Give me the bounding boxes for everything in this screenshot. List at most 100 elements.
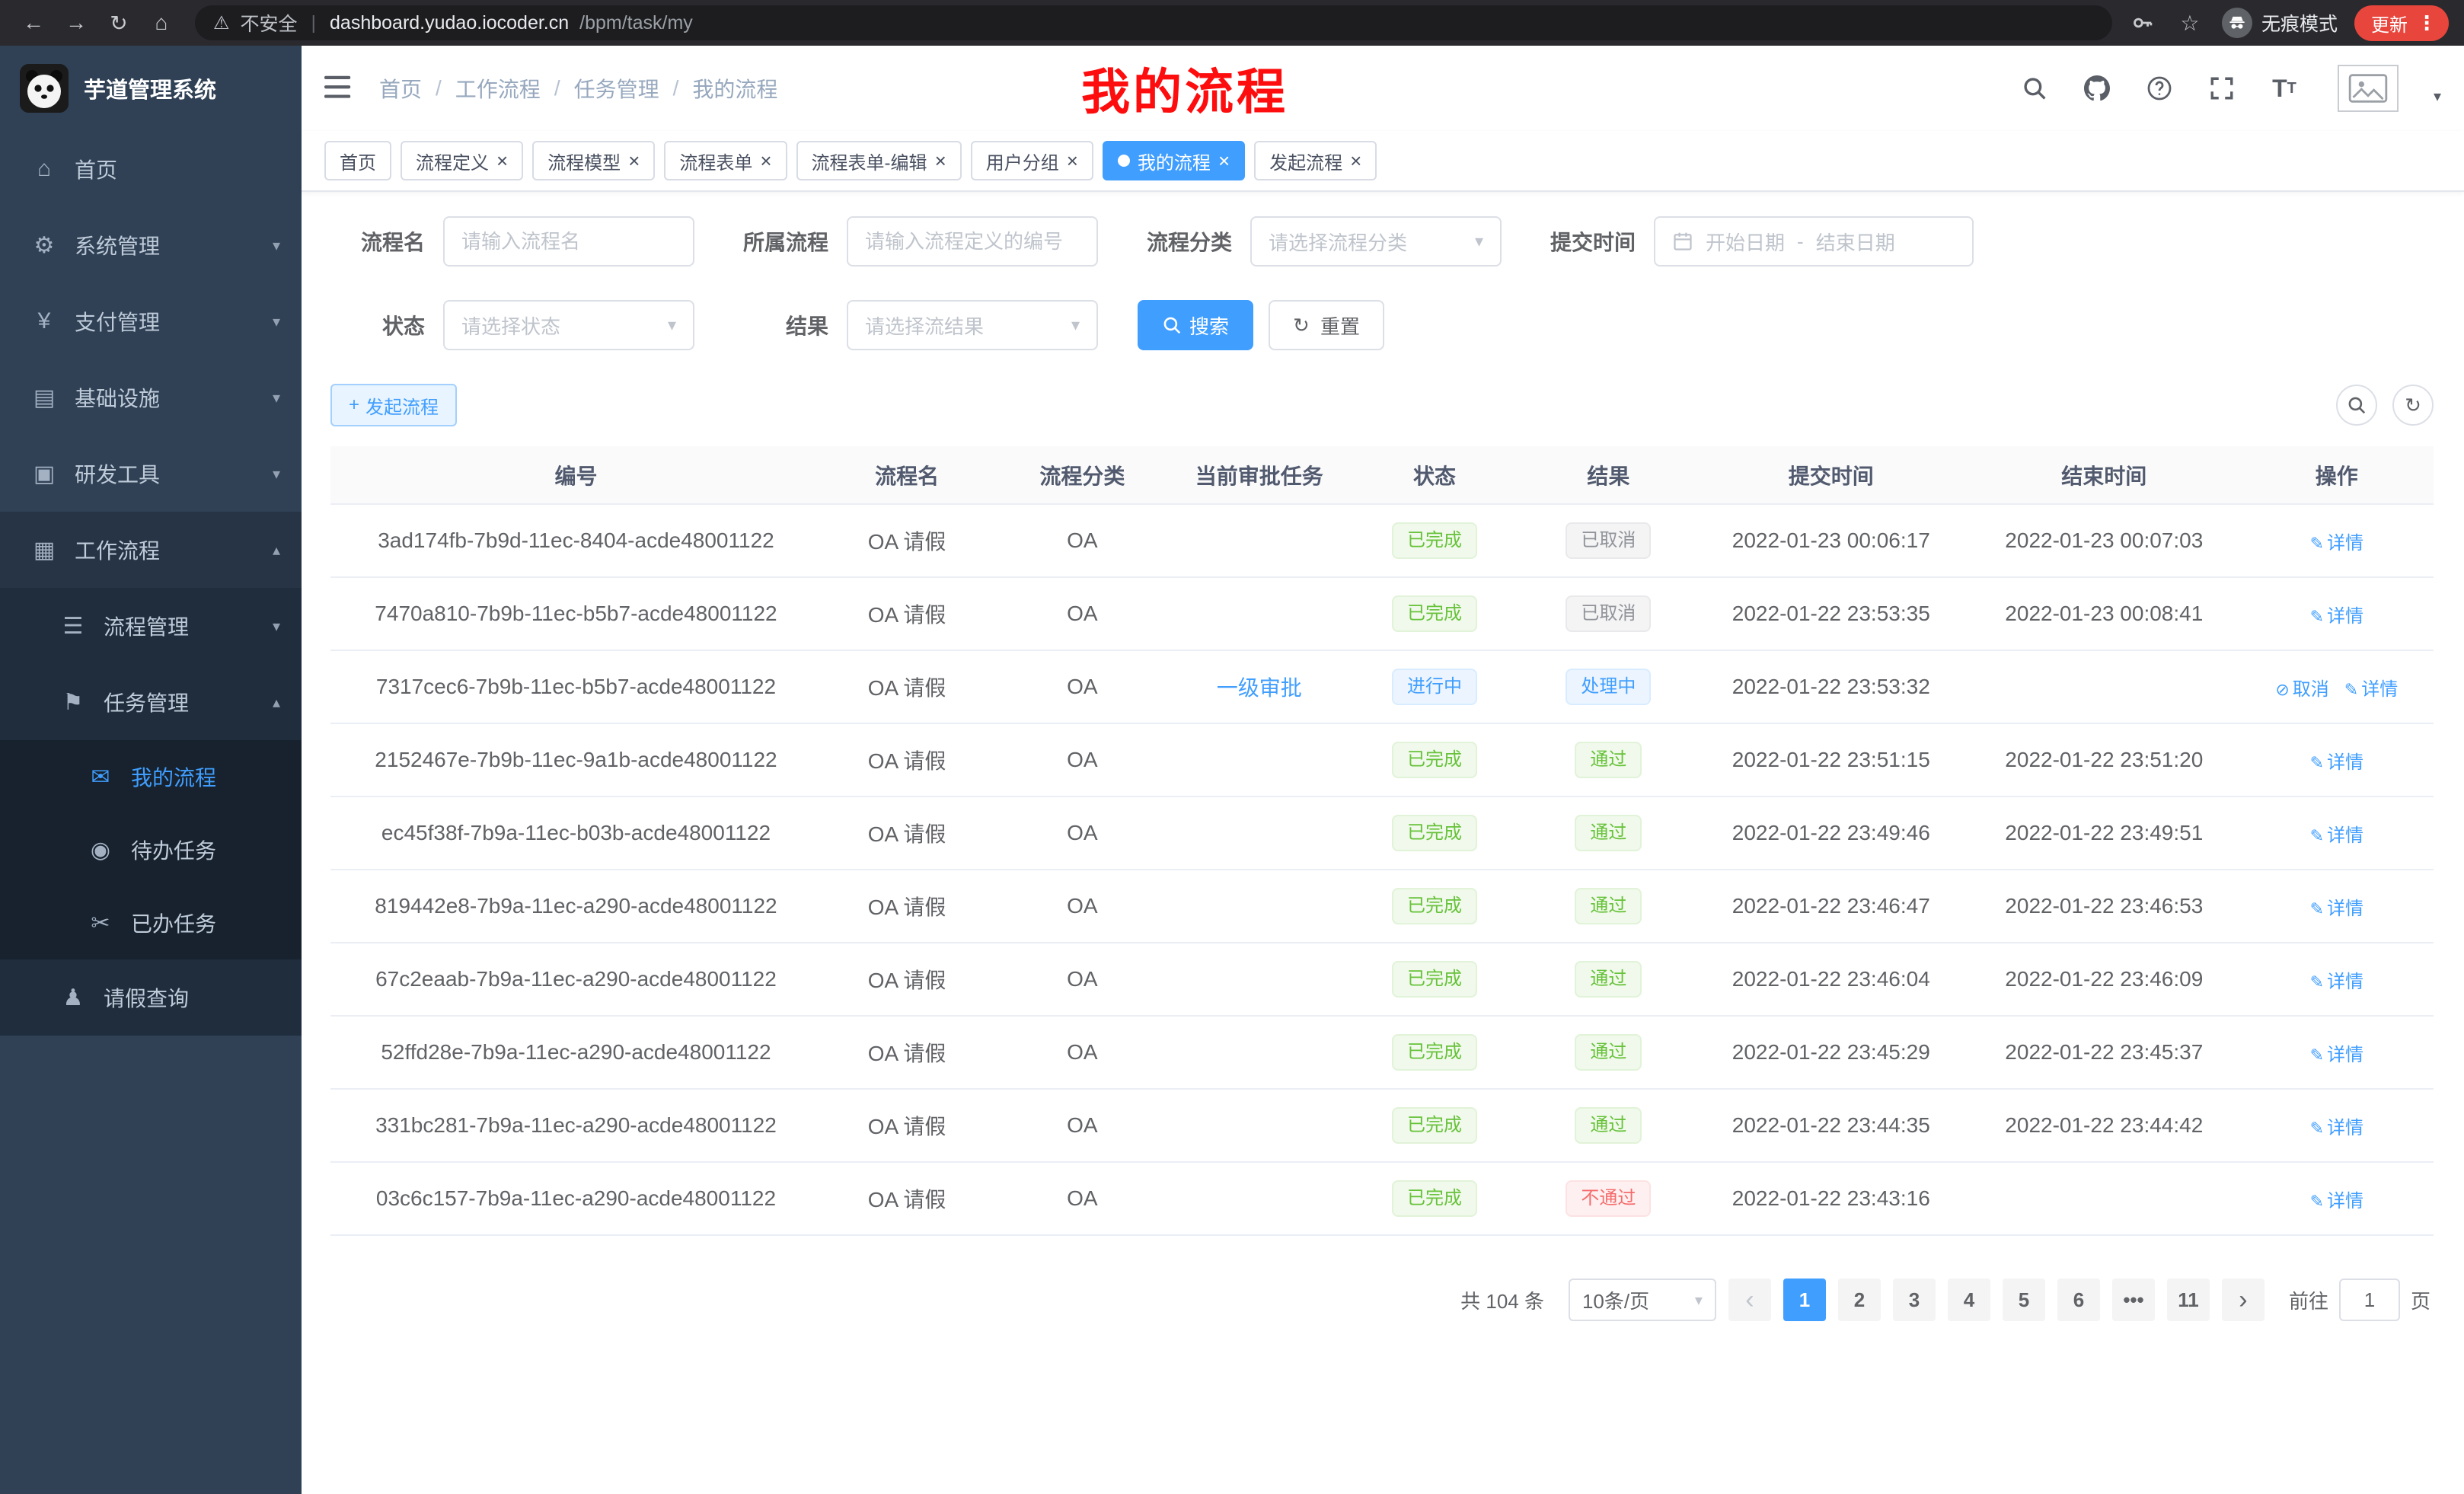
row-process-name: OA 请假 xyxy=(822,504,992,577)
row-id: 52ffd28e-7b9a-11ec-a290-acde48001122 xyxy=(330,1016,822,1089)
yen-icon: ¥ xyxy=(30,308,58,334)
key-icon[interactable] xyxy=(2127,8,2158,38)
submit-time-range-picker[interactable]: 开始日期 - 结束日期 xyxy=(1654,216,1974,267)
sidebar-item-payment[interactable]: ¥支付管理▾ xyxy=(0,283,302,359)
back-arrow-icon[interactable]: ← xyxy=(15,5,52,41)
start-date-placeholder: 开始日期 xyxy=(1706,228,1785,256)
create-process-button[interactable]: + 发起流程 xyxy=(330,384,457,426)
table-row: 3ad174fb-7b9d-11ec-8404-acde48001122OA 请… xyxy=(330,504,2434,577)
view-tab[interactable]: 发起流程× xyxy=(1254,141,1377,180)
sidebar-item-devtools[interactable]: ▣研发工具▾ xyxy=(0,436,302,512)
goto-page-input[interactable] xyxy=(2339,1279,2400,1321)
page-button[interactable]: 6 xyxy=(2057,1279,2100,1321)
app-logo[interactable]: 芋道管理系统 xyxy=(0,46,302,131)
breadcrumb-item[interactable]: 工作流程 xyxy=(455,73,541,104)
view-tab[interactable]: 首页 xyxy=(324,141,391,180)
forward-arrow-icon[interactable]: → xyxy=(58,5,94,41)
sidebar-item-my-process[interactable]: ✉我的流程 xyxy=(0,740,302,813)
sidebar-collapse-icon[interactable] xyxy=(324,73,355,104)
detail-action[interactable]: ✎详情 xyxy=(2310,606,2363,627)
sidebar-item-leave-query[interactable]: ♟请假查询 xyxy=(0,959,302,1036)
sidebar-item-home[interactable]: ⌂首页 xyxy=(0,131,302,207)
sidebar-item-todo-task[interactable]: ◉待办任务 xyxy=(0,813,302,886)
topbar-actions: TT ▾ xyxy=(2019,65,2441,112)
detail-action[interactable]: ✎详情 xyxy=(2310,1118,2363,1138)
process-name-input[interactable] xyxy=(443,216,694,267)
prev-page-button[interactable]: ‹ xyxy=(1728,1279,1771,1321)
status-select[interactable]: 请选择状态 xyxy=(443,300,694,350)
close-icon[interactable]: × xyxy=(1218,151,1230,171)
page-button[interactable]: 1 xyxy=(1783,1279,1826,1321)
tags-view-bar: 首页流程定义×流程模型×流程表单×流程表单-编辑×用户分组× 我的流程×发起流程× xyxy=(302,131,2464,192)
row-submit-time: 2022-01-22 23:51:15 xyxy=(1694,723,1969,796)
sidebar-item-done-task[interactable]: ✂已办任务 xyxy=(0,886,302,959)
sidebar-item-system[interactable]: ⚙系统管理▾ xyxy=(0,207,302,283)
row-submit-time: 2022-01-22 23:49:46 xyxy=(1694,796,1969,870)
avatar-caret-icon[interactable]: ▾ xyxy=(2434,87,2441,106)
row-end-time: 2022-01-22 23:44:42 xyxy=(1968,1089,2240,1162)
page-button[interactable]: 4 xyxy=(1948,1279,1990,1321)
view-tab[interactable]: 流程定义× xyxy=(401,141,523,180)
font-size-icon[interactable]: TT xyxy=(2269,73,2300,104)
close-icon[interactable]: × xyxy=(1350,151,1361,171)
page-more-button[interactable]: ••• xyxy=(2112,1279,2155,1321)
row-category: OA xyxy=(992,650,1172,723)
close-icon[interactable]: × xyxy=(496,151,508,171)
browser-menu-icon[interactable]: ⋮ xyxy=(2417,11,2437,35)
next-page-button[interactable]: › xyxy=(2222,1279,2265,1321)
sidebar-item-workflow[interactable]: ▦工作流程▴ xyxy=(0,512,302,588)
address-bar[interactable]: ⚠ 不安全 | dashboard.yudao.iocoder.cn/bpm/t… xyxy=(195,5,2112,40)
view-tab[interactable]: 用户分组× xyxy=(971,141,1093,180)
page-button[interactable]: 5 xyxy=(2003,1279,2045,1321)
page-size-select[interactable]: 10条/页 xyxy=(1569,1279,1716,1321)
detail-action[interactable]: ✎详情 xyxy=(2310,1045,2363,1065)
sidebar-item-process-mgmt[interactable]: ☰流程管理▾ xyxy=(0,588,302,664)
page-button[interactable]: 3 xyxy=(1893,1279,1936,1321)
detail-action[interactable]: ✎详情 xyxy=(2310,1191,2363,1211)
reset-button[interactable]: ↻ 重置 xyxy=(1269,300,1384,350)
table-search-toggle-button[interactable] xyxy=(2336,385,2377,426)
row-result: 通过 xyxy=(1523,943,1693,1016)
fullscreen-icon[interactable] xyxy=(2207,73,2237,104)
avatar[interactable] xyxy=(2338,65,2399,112)
chevron-up-icon: ▴ xyxy=(273,693,280,712)
view-tab[interactable]: 流程表单-编辑× xyxy=(796,141,962,180)
github-icon[interactable] xyxy=(2082,73,2112,104)
browser-update-button[interactable]: 更新 ⋮ xyxy=(2354,5,2449,41)
breadcrumb-item[interactable]: 首页 xyxy=(379,73,422,104)
detail-action[interactable]: ✎详情 xyxy=(2344,679,2398,700)
view-tab[interactable]: 我的流程× xyxy=(1103,141,1245,180)
row-result: 已取消 xyxy=(1523,577,1693,650)
detail-action[interactable]: ✎详情 xyxy=(2310,972,2363,992)
breadcrumb-item[interactable]: 任务管理 xyxy=(574,73,659,104)
close-icon[interactable]: × xyxy=(935,151,946,171)
sidebar-item-task-mgmt[interactable]: ⚑任务管理▴ xyxy=(0,664,302,740)
current-task-link[interactable]: 一级审批 xyxy=(1217,676,1302,700)
status-badge: 已完成 xyxy=(1392,1034,1477,1071)
close-icon[interactable]: × xyxy=(1067,151,1078,171)
row-process-name: OA 请假 xyxy=(822,870,992,943)
table-refresh-button[interactable]: ↻ xyxy=(2392,385,2434,426)
detail-action[interactable]: ✎详情 xyxy=(2310,825,2363,846)
detail-action[interactable]: ✎详情 xyxy=(2310,752,2363,773)
help-icon[interactable] xyxy=(2144,73,2175,104)
home-icon[interactable]: ⌂ xyxy=(143,5,180,41)
process-def-input[interactable] xyxy=(847,216,1098,267)
incognito-badge[interactable]: 无痕模式 xyxy=(2222,8,2338,38)
page-button[interactable]: 2 xyxy=(1838,1279,1881,1321)
close-icon[interactable]: × xyxy=(760,151,771,171)
result-select[interactable]: 请选择流结果 xyxy=(847,300,1098,350)
close-icon[interactable]: × xyxy=(628,151,640,171)
sidebar-item-infrastructure[interactable]: ▤基础设施▾ xyxy=(0,359,302,436)
search-button[interactable]: 搜索 xyxy=(1138,300,1253,350)
category-select[interactable]: 请选择流程分类 xyxy=(1250,216,1502,267)
cancel-action[interactable]: ⊘取消 xyxy=(2275,679,2328,700)
page-button[interactable]: 11 xyxy=(2167,1279,2210,1321)
star-icon[interactable]: ☆ xyxy=(2175,8,2205,38)
detail-action[interactable]: ✎详情 xyxy=(2310,533,2363,554)
detail-action[interactable]: ✎详情 xyxy=(2310,899,2363,919)
view-tab[interactable]: 流程表单× xyxy=(664,141,787,180)
reload-icon[interactable]: ↻ xyxy=(101,5,137,41)
view-tab[interactable]: 流程模型× xyxy=(532,141,655,180)
search-icon[interactable] xyxy=(2019,73,2050,104)
